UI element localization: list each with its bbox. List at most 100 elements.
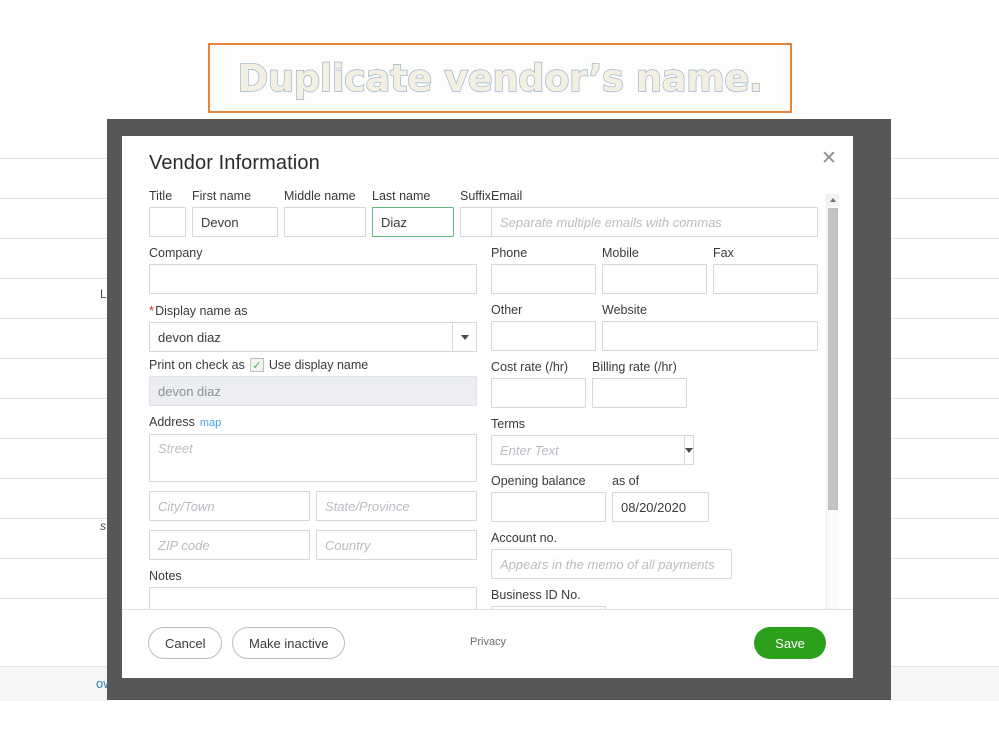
vendor-information-dialog: ✕ Vendor Information Title First name Mi… xyxy=(122,136,853,678)
first-name-input[interactable] xyxy=(192,207,278,237)
chevron-down-icon xyxy=(685,448,693,453)
first-name-label: First name xyxy=(192,189,278,204)
phone-input[interactable] xyxy=(491,264,596,294)
website-input[interactable] xyxy=(602,321,818,351)
city-input[interactable] xyxy=(149,491,310,521)
dialog-scrollbar[interactable] xyxy=(826,194,839,678)
close-icon[interactable]: ✕ xyxy=(819,148,839,168)
title-input[interactable] xyxy=(149,207,186,237)
rates-row: Cost rate (/hr) Billing rate (/hr) xyxy=(491,360,818,408)
phone-row: Phone Mobile Fax xyxy=(491,246,818,294)
opening-balance-input[interactable] xyxy=(491,492,606,522)
company-label: Company xyxy=(149,246,479,261)
mobile-field-group: Mobile xyxy=(602,246,707,294)
as-of-field-group: as of xyxy=(612,474,709,522)
email-input[interactable] xyxy=(491,207,818,237)
chevron-down-icon xyxy=(461,335,469,340)
cost-rate-input[interactable] xyxy=(491,378,586,408)
use-display-name-label: Use display name xyxy=(269,358,368,372)
phone-label: Phone xyxy=(491,246,596,261)
last-name-input[interactable] xyxy=(372,207,454,237)
cancel-button[interactable]: Cancel xyxy=(148,627,222,659)
other-website-row: Other Website xyxy=(491,303,818,351)
address-label: Address map xyxy=(149,415,479,431)
mobile-label: Mobile xyxy=(602,246,707,261)
street-input[interactable] xyxy=(149,434,477,482)
arrow-up-glyph xyxy=(830,198,836,202)
middle-name-label: Middle name xyxy=(284,189,366,204)
account-no-input[interactable] xyxy=(491,549,732,579)
as-of-label: as of xyxy=(612,474,709,489)
billing-rate-field-group: Billing rate (/hr) xyxy=(592,360,687,408)
name-row: Title First name Middle name Last name S… xyxy=(149,189,479,237)
website-label: Website xyxy=(602,303,818,318)
terms-field-group: Terms xyxy=(491,417,818,465)
email-label: Email xyxy=(491,189,818,204)
notes-label: Notes xyxy=(149,569,479,584)
display-name-label-text: Display name as xyxy=(155,304,247,318)
state-input[interactable] xyxy=(316,491,477,521)
opening-balance-field-group: Opening balance xyxy=(491,474,606,522)
print-on-check-row: Print on check as ✓ Use display name xyxy=(149,358,479,372)
country-input[interactable] xyxy=(316,530,477,560)
scroll-up-icon[interactable] xyxy=(827,194,839,206)
company-field-group: Company xyxy=(149,246,479,294)
fax-input[interactable] xyxy=(713,264,818,294)
business-id-label: Business ID No. xyxy=(491,588,818,603)
opening-balance-label: Opening balance xyxy=(491,474,606,489)
map-link[interactable]: map xyxy=(200,417,221,429)
zip-input[interactable] xyxy=(149,530,310,560)
other-label: Other xyxy=(491,303,596,318)
dialog-title: Vendor Information xyxy=(149,152,320,175)
display-name-dropdown-button[interactable] xyxy=(452,322,477,352)
middle-name-input[interactable] xyxy=(284,207,366,237)
address-field-group: Address map xyxy=(149,415,479,560)
last-name-label: Last name xyxy=(372,189,454,204)
dialog-body: Title First name Middle name Last name S… xyxy=(122,189,853,609)
print-on-check-label: Print on check as xyxy=(149,358,245,372)
display-name-label: *Display name as xyxy=(149,303,479,319)
address-label-text: Address xyxy=(149,415,195,429)
print-on-check-input xyxy=(149,376,477,406)
display-name-combo[interactable] xyxy=(149,322,477,352)
terms-dropdown-button[interactable] xyxy=(684,435,694,465)
scrollbar-thumb[interactable] xyxy=(828,208,838,510)
other-input[interactable] xyxy=(491,321,596,351)
account-no-label: Account no. xyxy=(491,531,818,546)
billing-rate-input[interactable] xyxy=(592,378,687,408)
account-no-field-group: Account no. xyxy=(491,531,818,579)
cost-rate-label: Cost rate (/hr) xyxy=(491,360,586,375)
mobile-input[interactable] xyxy=(602,264,707,294)
company-input[interactable] xyxy=(149,264,477,294)
annotation-text: Duplicate vendor’s name. xyxy=(238,57,763,100)
email-field-group: Email xyxy=(491,189,818,237)
other-field-group: Other xyxy=(491,303,596,351)
website-field-group: Website xyxy=(602,303,818,351)
right-column: Email Phone Mobile Fax xyxy=(491,189,818,663)
display-name-input[interactable] xyxy=(149,322,452,352)
fax-label: Fax xyxy=(713,246,818,261)
fax-field-group: Fax xyxy=(713,246,818,294)
terms-input[interactable] xyxy=(491,435,684,465)
last-name-field-group: Last name xyxy=(372,189,454,237)
make-inactive-button[interactable]: Make inactive xyxy=(232,627,345,659)
dialog-footer: Cancel Make inactive Privacy Save xyxy=(122,609,853,678)
privacy-link[interactable]: Privacy xyxy=(470,636,506,648)
required-asterisk: * xyxy=(149,303,154,318)
phone-field-group: Phone xyxy=(491,246,596,294)
use-display-name-checkbox[interactable]: ✓ xyxy=(250,358,264,372)
terms-label: Terms xyxy=(491,417,818,432)
as-of-date-input[interactable] xyxy=(612,492,709,522)
title-field-group: Title xyxy=(149,189,186,237)
middle-name-field-group: Middle name xyxy=(284,189,366,237)
title-label: Title xyxy=(149,189,186,204)
billing-rate-label: Billing rate (/hr) xyxy=(592,360,687,375)
left-column: Title First name Middle name Last name S… xyxy=(149,189,479,669)
display-name-field-group: *Display name as xyxy=(149,303,479,352)
save-button[interactable]: Save xyxy=(754,627,826,659)
check-icon: ✓ xyxy=(252,360,261,371)
annotation-banner: Duplicate vendor’s name. xyxy=(208,43,792,113)
first-name-field-group: First name xyxy=(192,189,278,237)
cost-rate-field-group: Cost rate (/hr) xyxy=(491,360,586,408)
terms-combo[interactable] xyxy=(491,435,646,465)
